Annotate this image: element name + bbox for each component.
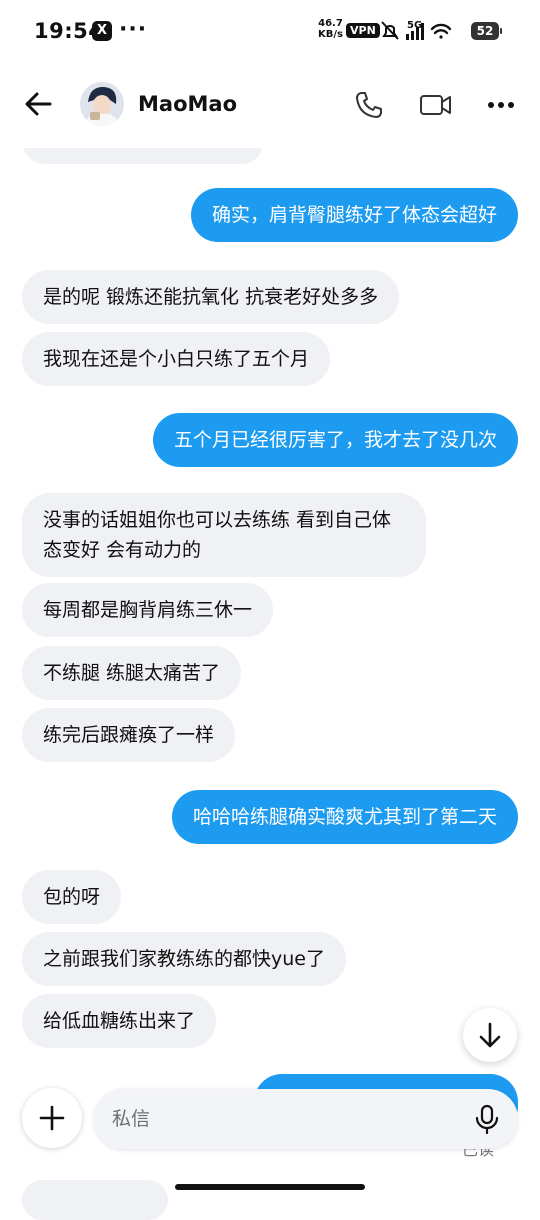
message-bubble-received[interactable]: 是的呢 锻炼还能抗氧化 抗衰老好处多多 — [22, 270, 400, 324]
message-text: 哈哈哈练腿确实酸爽尤其到了第二天 — [192, 806, 497, 828]
more-notifications-icon: ··· — [119, 17, 148, 42]
message-bubble-received[interactable]: 每周都是胸背肩练三休一 — [22, 583, 274, 637]
message-text: 练完后跟瘫痪了一样 — [43, 724, 215, 746]
message-bubble-sent[interactable]: 哈哈哈练腿确实酸爽尤其到了第二天 — [171, 790, 518, 844]
message-bubble-received[interactable]: 不练腿 练腿太痛苦了 — [22, 646, 242, 700]
phone-icon[interactable] — [354, 90, 384, 120]
message-text: 确实，肩背臀腿练好了体态会超好 — [211, 204, 497, 226]
message-bubble-partial — [22, 1180, 168, 1220]
plus-icon — [39, 1105, 65, 1131]
status-icons: 5G — [381, 20, 452, 40]
back-arrow-icon[interactable] — [20, 86, 56, 122]
message-bubble-received[interactable]: 没事的话姐姐你也可以去练练 看到自己体态变好 会有动力的 — [22, 493, 426, 577]
contact-avatar[interactable] — [80, 82, 124, 126]
network-speed-unit: KB/s — [318, 29, 343, 40]
message-text: 五个月已经很厉害了，我才去了没几次 — [173, 429, 497, 451]
message-text: 给低血糖练出来了 — [43, 1010, 196, 1032]
vpn-badge: VPN — [346, 23, 380, 38]
microphone-icon[interactable] — [471, 1103, 503, 1135]
message-composer — [0, 1080, 540, 1180]
status-bar: 19:54 X ··· 46.7 KB/s VPN 5G 52 — [0, 0, 540, 62]
video-call-icon[interactable] — [419, 90, 453, 120]
message-input[interactable] — [110, 1103, 454, 1135]
message-bubble-received[interactable]: 练完后跟瘫痪了一样 — [22, 708, 236, 762]
more-options-icon[interactable] — [485, 92, 517, 118]
message-text: 我现在还是个小白只练了五个月 — [43, 348, 310, 370]
message-input-container[interactable] — [94, 1089, 518, 1149]
message-bubble-received[interactable]: 我现在还是个小白只练了五个月 — [22, 332, 331, 386]
message-text: 不练腿 练腿太痛苦了 — [43, 662, 221, 684]
message-list[interactable]: 确实，肩背臀腿练好了体态会超好 是的呢 锻炼还能抗氧化 抗衰老好处多多 我现在还… — [0, 118, 540, 1220]
message-bubble-received[interactable]: 包的呀 — [22, 870, 122, 924]
home-indicator[interactable] — [175, 1184, 365, 1190]
avatar-image — [80, 82, 124, 126]
message-bubble-sent[interactable]: 五个月已经很厉害了，我才去了没几次 — [152, 413, 518, 467]
message-bubble-received[interactable]: 给低血糖练出来了 — [22, 994, 217, 1048]
message-text: 是的呢 锻炼还能抗氧化 抗衰老好处多多 — [43, 286, 379, 308]
message-text: 之前跟我们家教练练的都快yue了 — [43, 948, 325, 970]
message-text: 包的呀 — [43, 886, 101, 908]
scroll-to-bottom-button[interactable] — [463, 1008, 517, 1062]
add-attachment-button[interactable] — [22, 1088, 82, 1148]
battery-icon: 52 — [471, 22, 502, 40]
wifi-icon — [430, 23, 452, 39]
network-type: 5G — [407, 20, 422, 31]
message-text: 没事的话姐姐你也可以去练练 看到自己体态变好 会有动力的 — [43, 509, 392, 561]
message-bubble-sent[interactable]: 确实，肩背臀腿练好了体态会超好 — [190, 188, 518, 242]
mute-bell-icon — [381, 21, 399, 40]
network-speed-value: 46.7 — [318, 18, 343, 29]
x-app-icon: X — [92, 21, 112, 41]
network-speed: 46.7 KB/s — [318, 18, 343, 40]
arrow-down-icon — [479, 1022, 501, 1048]
message-text: 每周都是胸背肩练三休一 — [43, 599, 253, 621]
contact-name[interactable]: MaoMao — [138, 92, 237, 116]
message-bubble-received[interactable]: 之前跟我们家教练练的都快yue了 — [22, 932, 346, 986]
chat-header: MaoMao — [0, 62, 540, 148]
